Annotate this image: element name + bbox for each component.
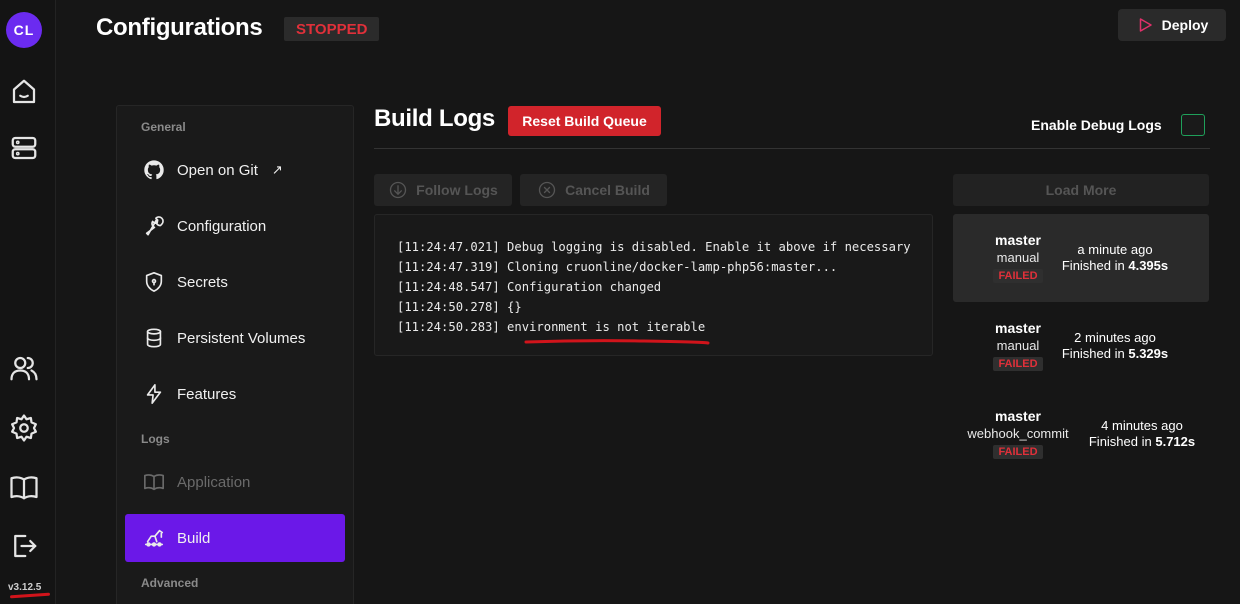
servers-icon[interactable]: [8, 132, 40, 164]
divider: [374, 148, 1210, 149]
build-branch: master: [995, 232, 1041, 248]
build-duration: Finished in 5.329s: [1061, 346, 1169, 361]
load-more-button[interactable]: Load More: [953, 174, 1209, 206]
build-log-output[interactable]: [11:24:47.021] Debug logging is disabled…: [374, 214, 933, 356]
play-icon: [1139, 18, 1152, 32]
page-title: Configurations: [96, 14, 263, 41]
build-status-badge: FAILED: [993, 357, 1043, 371]
build-trigger-type: manual: [996, 338, 1040, 353]
sidebar-item-secrets[interactable]: Secrets: [125, 258, 345, 306]
status-badge: STOPPED: [284, 17, 380, 41]
error-underline-annotation: [524, 339, 710, 345]
sidebar-item-configuration[interactable]: Configuration: [125, 202, 345, 250]
log-line: [11:24:47.021] Debug logging is disabled…: [397, 240, 911, 254]
follow-logs-button[interactable]: Follow Logs: [374, 174, 512, 206]
sidebar-item-label: Configuration: [177, 217, 267, 235]
section-logs: Logs: [141, 432, 170, 446]
build-trigger-type: webhook_commit: [967, 426, 1069, 441]
database-icon: [146, 328, 162, 348]
cancel-build-button[interactable]: Cancel Build: [520, 174, 667, 206]
deploy-label: Deploy: [1161, 17, 1209, 33]
sidebar-item-build[interactable]: Build: [125, 514, 345, 562]
settings-icon[interactable]: [8, 412, 40, 444]
section-general: General: [141, 120, 186, 134]
section-advanced: Advanced: [141, 576, 199, 590]
arrow-down-circle-icon: [390, 181, 407, 199]
build-duration: Finished in 5.712s: [1088, 434, 1196, 449]
logout-icon[interactable]: [8, 530, 40, 562]
reset-build-queue-button[interactable]: Reset Build Queue: [508, 106, 661, 136]
cancel-build-label: Cancel Build: [565, 182, 650, 198]
docs-icon[interactable]: [8, 471, 40, 503]
book-icon: [144, 474, 164, 491]
build-icon: [144, 529, 164, 547]
build-logs-title: Build Logs: [374, 105, 495, 132]
cancel-circle-icon: [538, 181, 556, 199]
log-line: [11:24:50.278] {}: [397, 300, 522, 314]
app-version: v3.12.5: [8, 582, 42, 593]
configuration-sidebar: General Open on Git ↗ Configuration Secr…: [116, 105, 354, 604]
build-duration: Finished in 4.395s: [1061, 258, 1169, 273]
build-time-ago: a minute ago: [1077, 242, 1153, 257]
follow-logs-label: Follow Logs: [416, 182, 498, 198]
sidebar-item-label: Build: [177, 529, 211, 547]
wrench-icon: [145, 216, 164, 236]
build-time-ago: 4 minutes ago: [1101, 418, 1183, 433]
build-list-item[interactable]: master manual FAILED a minute ago Finish…: [953, 214, 1209, 302]
bolt-icon: [146, 384, 162, 404]
build-trigger-type: manual: [996, 250, 1040, 265]
log-line: [11:24:48.547] Configuration changed: [397, 280, 662, 294]
sidebar-item-application[interactable]: Application: [125, 458, 345, 506]
home-icon[interactable]: [8, 76, 40, 108]
sidebar-item-label: Persistent Volumes: [177, 329, 306, 347]
build-list-item[interactable]: master webhook_commit FAILED 4 minutes a…: [953, 390, 1209, 478]
external-link-icon: ↗: [271, 162, 283, 177]
sidebar-item-features[interactable]: Features: [125, 370, 345, 418]
log-line: [11:24:47.319] Cloning cruonline/docker-…: [397, 260, 838, 274]
sidebar-item-persistent-volumes[interactable]: Persistent Volumes: [125, 314, 345, 362]
shield-icon: [145, 272, 163, 292]
build-branch: master: [995, 408, 1041, 424]
sidebar-item-label: Open on Git: [177, 161, 258, 179]
build-branch: master: [995, 320, 1041, 336]
sidebar-item-label: Secrets: [177, 273, 228, 291]
enable-debug-logs-checkbox[interactable]: [1181, 114, 1205, 136]
app-logo[interactable]: CL: [6, 12, 42, 48]
build-status-badge: FAILED: [993, 269, 1043, 283]
build-status-badge: FAILED: [993, 445, 1043, 459]
left-rail: CL v3.12.5: [0, 0, 56, 604]
sidebar-item-label: Features: [177, 385, 237, 403]
build-time-ago: 2 minutes ago: [1074, 330, 1156, 345]
github-icon: [144, 160, 164, 180]
team-icon[interactable]: [8, 352, 40, 384]
sidebar-item-open-on-git[interactable]: Open on Git ↗: [125, 146, 345, 194]
version-underline-annotation: [9, 592, 51, 599]
sidebar-item-label: Application: [177, 473, 251, 491]
enable-debug-logs-label: Enable Debug Logs: [1031, 117, 1162, 133]
log-line: [11:24:50.283] environment is not iterab…: [397, 320, 706, 334]
build-list-item[interactable]: master manual FAILED 2 minutes ago Finis…: [953, 302, 1209, 390]
deploy-button[interactable]: Deploy: [1118, 9, 1226, 41]
